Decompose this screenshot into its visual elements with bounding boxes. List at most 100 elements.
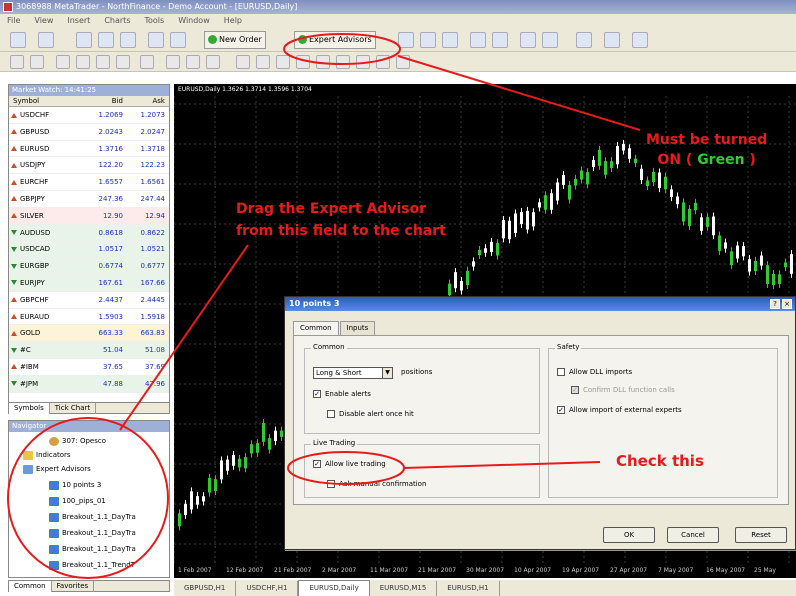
horizontal-line-icon[interactable] (76, 55, 90, 69)
reset-button[interactable]: Reset (735, 527, 787, 543)
navigator-icon[interactable] (120, 32, 136, 48)
market-watch-row[interactable]: EURJPY 167.61 167.66 (9, 274, 169, 292)
period-h4-icon[interactable] (336, 55, 350, 69)
nav-item-ea[interactable]: 100_pips_01 (49, 495, 106, 507)
fibonacci-icon[interactable] (140, 55, 154, 69)
nav-item-ea[interactable]: 10 points 3 (49, 479, 101, 491)
candlesticks-icon[interactable] (420, 32, 436, 48)
allow-import-checkbox[interactable]: ✓ Allow import of external experts (557, 405, 682, 415)
menu-tools[interactable]: Tools (137, 14, 171, 28)
bar-chart-icon[interactable] (398, 32, 414, 48)
tab-symbols[interactable]: Symbols (9, 403, 50, 414)
profiles-icon[interactable] (38, 32, 54, 48)
tab-usdchf-h1[interactable]: USDCHF,H1 (236, 581, 299, 596)
tab-tick-chart[interactable]: Tick Chart (50, 403, 97, 414)
ask-manual-checkbox[interactable]: Ask manual confirmation (327, 479, 426, 489)
close-icon[interactable]: × (782, 299, 792, 309)
tab-eurusd-daily[interactable]: EURUSD,Daily (298, 580, 370, 596)
indicators-icon[interactable] (576, 32, 592, 48)
market-watch-row[interactable]: USDCHF 1.2069 1.2073 (9, 107, 169, 124)
market-watch-row[interactable]: SILVER 12.90 12.94 (9, 207, 169, 225)
market-watch-row[interactable]: USDCAD 1.0517 1.0521 (9, 241, 169, 259)
market-watch-row[interactable]: GOLD 663.33 663.83 (9, 325, 169, 343)
market-watch-row[interactable]: USDJPY 122.20 122.23 (9, 157, 169, 175)
market-watch-row[interactable]: GBPJPY 247.36 247.44 (9, 190, 169, 208)
period-m15-icon[interactable] (276, 55, 290, 69)
symbol-column-header[interactable]: Symbol (9, 96, 79, 106)
confirm-dll-checkbox[interactable]: ✓ Confirm DLL function calls (571, 385, 675, 395)
market-watch-row[interactable]: EURUSD 1.3716 1.3718 (9, 140, 169, 158)
tab-eurusd-h1[interactable]: EURUSD,H1 (437, 581, 500, 596)
chart-shift-icon[interactable] (542, 32, 558, 48)
templates-icon[interactable] (632, 32, 648, 48)
nav-item-ea[interactable]: Breakout_1.1_DayTra (49, 527, 136, 539)
allow-live-trading-checkbox[interactable]: ✓ Allow live trading (313, 459, 386, 469)
arrows-icon[interactable] (206, 55, 220, 69)
market-watch-rows: USDCHF 1.2069 1.2073 GBPUSD 2.0243 2.0247 EURU… (9, 107, 169, 393)
menu-help[interactable]: Help (217, 14, 249, 28)
nav-item-account[interactable]: 307: Opesco (49, 435, 106, 447)
zoom-in-icon[interactable] (470, 32, 486, 48)
allow-dll-checkbox[interactable]: Allow DLL imports (557, 367, 632, 377)
period-m1-icon[interactable] (236, 55, 250, 69)
tab-gbpusd-h1[interactable]: GBPUSD,H1 (174, 581, 237, 596)
label-icon[interactable] (186, 55, 200, 69)
market-watch-row[interactable]: #JPM 47.88 47.96 (9, 375, 169, 393)
bid-column-header[interactable]: Bid (79, 96, 123, 106)
nav-item-expert-advisors[interactable]: Expert Advisors (23, 463, 91, 475)
cancel-button[interactable]: Cancel (667, 527, 719, 543)
trendline-icon[interactable] (96, 55, 110, 69)
disable-alert-checkbox[interactable]: Disable alert once hit (327, 409, 414, 419)
periods-icon[interactable] (604, 32, 620, 48)
market-watch-row[interactable]: EURGBP 0.6774 0.6777 (9, 258, 169, 275)
vertical-line-icon[interactable] (56, 55, 70, 69)
nav-item-ea[interactable]: Breakout_1.1_DayTra (49, 543, 136, 555)
nav-item-label: 100_pips_01 (62, 497, 106, 505)
period-d1-icon[interactable] (356, 55, 370, 69)
market-watch-row[interactable]: EURAUD 1.5903 1.5918 (9, 308, 169, 326)
auto-scroll-icon[interactable] (520, 32, 536, 48)
nav-item-ea[interactable]: Breakout_1.1_DayTra (49, 511, 136, 523)
positions-select[interactable]: Long & Short ▼ (313, 367, 393, 379)
market-watch-row[interactable]: AUDUSD 0.8618 0.8622 (9, 224, 169, 242)
tab-dialog-common[interactable]: Common (293, 321, 339, 335)
help-icon[interactable]: ? (770, 299, 780, 309)
strategy-tester-icon[interactable] (170, 32, 186, 48)
menu-file[interactable]: File (0, 14, 27, 28)
text-icon[interactable] (166, 55, 180, 69)
crosshair-icon[interactable] (30, 55, 44, 69)
ask-column-header[interactable]: Ask (123, 96, 167, 106)
data-window-icon[interactable] (98, 32, 114, 48)
tab-favorites[interactable]: Favorites (52, 581, 95, 592)
market-watch-row[interactable]: #IBM 37.65 37.69 (9, 358, 169, 376)
period-m30-icon[interactable] (296, 55, 310, 69)
tab-eurusd-m15[interactable]: EURUSD,M15 (370, 581, 438, 596)
zoom-out-icon[interactable] (492, 32, 508, 48)
menu-insert[interactable]: Insert (60, 14, 97, 28)
terminal-icon[interactable] (148, 32, 164, 48)
market-watch-row[interactable]: GBPUSD 2.0243 2.0247 (9, 123, 169, 141)
period-w1-icon[interactable] (376, 55, 390, 69)
tab-common[interactable]: Common (9, 581, 52, 592)
enable-alerts-checkbox[interactable]: ✓ Enable alerts (313, 389, 371, 399)
menu-window[interactable]: Window (171, 14, 217, 28)
cursor-icon[interactable] (10, 55, 24, 69)
period-m5-icon[interactable] (256, 55, 270, 69)
menu-charts[interactable]: Charts (97, 14, 137, 28)
market-watch-icon[interactable] (76, 32, 92, 48)
new-chart-icon[interactable] (10, 32, 26, 48)
line-chart-icon[interactable] (442, 32, 458, 48)
new-order-button[interactable]: New Order (204, 31, 266, 49)
period-h1-icon[interactable] (316, 55, 330, 69)
market-watch-row[interactable]: GBPCHF 2.4437 2.4445 (9, 291, 169, 309)
market-watch-row[interactable]: EURCHF 1.6557 1.6561 (9, 174, 169, 191)
ok-button[interactable]: OK (603, 527, 655, 543)
period-mn-icon[interactable] (396, 55, 410, 69)
nav-item-ea[interactable]: Breakout_1.1_TrendT (49, 559, 135, 571)
tab-dialog-inputs[interactable]: Inputs (339, 321, 376, 335)
channel-icon[interactable] (116, 55, 130, 69)
menu-view[interactable]: View (27, 14, 60, 28)
nav-item-indicators[interactable]: Indicators (23, 449, 71, 461)
expert-advisors-button[interactable]: Expert Advisors (294, 31, 376, 49)
market-watch-row[interactable]: #C 51.04 51.08 (9, 342, 169, 359)
